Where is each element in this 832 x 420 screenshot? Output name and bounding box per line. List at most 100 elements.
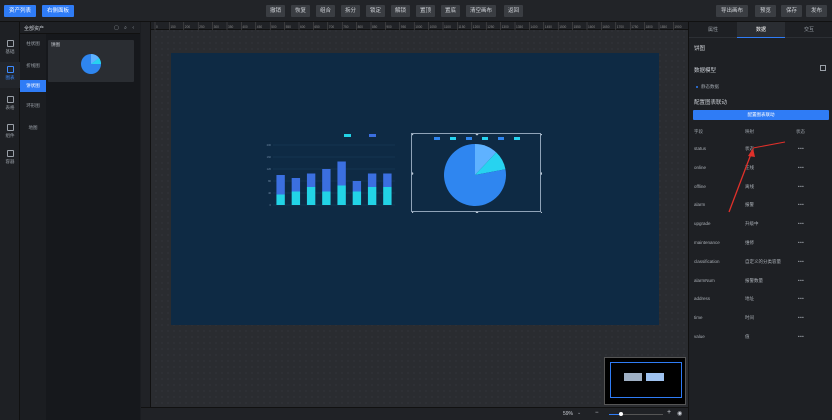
bar-series-a <box>337 161 346 186</box>
bar-series-a <box>322 169 331 192</box>
edit-icon[interactable] <box>820 65 826 71</box>
asset-panel-tools-icon[interactable]: ▢ ⌕ ‹ <box>114 25 136 31</box>
ruler-tick-label: 1050 <box>430 25 437 29</box>
ruler-tick-label: 1300 <box>502 25 509 29</box>
more-icon[interactable]: ••• <box>798 278 804 283</box>
asset-panel-header: 全部资产 ▢ ⌕ ‹ <box>20 22 140 34</box>
design-screen[interactable]: 0 40 80 120 160 200 <box>171 53 659 325</box>
more-icon[interactable]: ••• <box>798 315 804 320</box>
ruler-tick-label: 1550 <box>574 25 581 29</box>
tab-data[interactable]: 数据 <box>737 22 785 38</box>
bar-series-b <box>322 191 331 205</box>
subcat-bar[interactable]: 柱状图 <box>20 38 46 50</box>
field-mapping[interactable]: 自定义的分类容量 <box>745 259 781 265</box>
minimap[interactable] <box>604 357 686 405</box>
eye-icon[interactable]: ◉ <box>677 410 682 417</box>
redo-button[interactable]: 恢复 <box>291 5 311 17</box>
legend-swatch <box>434 137 440 140</box>
canvas-bottom-bar: 59% ⌄ − + ◉ <box>141 407 688 420</box>
ruler-tick-label: 850 <box>372 25 378 29</box>
tab-interaction[interactable]: 交互 <box>785 22 832 38</box>
more-icon[interactable]: ••• <box>798 240 804 245</box>
top-toolbar: 资产列表 右侧面板 撤销 恢复 组合 拆分 锁定 解锁 置顶 置底 清空画布 返… <box>0 0 832 22</box>
pie-chart[interactable] <box>412 134 542 213</box>
basic-icon <box>6 40 14 47</box>
table-row[interactable]: value 值 ••• <box>689 328 832 346</box>
resize-handle <box>475 134 479 136</box>
bar-chart[interactable]: 0 40 80 120 160 200 <box>259 131 409 221</box>
nav-table[interactable]: 表格 <box>0 92 20 118</box>
zoom-slider-handle[interactable] <box>619 412 623 416</box>
zoom-out-button[interactable]: − <box>595 410 599 416</box>
layer-panel-button[interactable]: 右侧面板 <box>42 5 75 17</box>
field-mapping[interactable]: 时间 <box>745 315 754 321</box>
ruler-tick-label: 250 <box>199 25 205 29</box>
publish-button[interactable]: 发布 <box>806 5 828 17</box>
clear-canvas-button[interactable]: 清空画布 <box>466 5 497 17</box>
zoom-level[interactable]: 59% <box>563 411 573 417</box>
ruler-tick-label: 1750 <box>631 25 638 29</box>
legend-swatch <box>344 134 351 137</box>
nav-basic[interactable]: 基础 <box>0 36 20 62</box>
lock-button[interactable]: 锁定 <box>366 5 386 17</box>
undo-button[interactable]: 撤销 <box>266 5 286 17</box>
bar-series-b <box>383 187 392 205</box>
subcat-line[interactable]: 折线图 <box>20 60 46 72</box>
pie-chart-selection[interactable] <box>411 133 542 213</box>
chevron-down-icon[interactable]: ⌄ <box>577 410 581 416</box>
subcat-ring[interactable]: 环形图 <box>20 100 46 112</box>
field-mapping[interactable]: 值 <box>745 334 750 340</box>
send-back-button[interactable]: 置底 <box>441 5 461 17</box>
nav-chart[interactable]: 图表 <box>0 62 20 88</box>
ruler-top: 0 150 200 250 300 350 400 450 500 550 600 650 700 750… <box>151 22 688 30</box>
asset-card-pie[interactable]: 饼图 <box>48 40 134 82</box>
unlock-button[interactable]: 解锁 <box>391 5 411 17</box>
back-button[interactable]: 返回 <box>504 5 524 17</box>
y-tick-label: 120 <box>267 167 272 171</box>
pie-thumbnail-icon <box>81 54 101 74</box>
static-data-option[interactable]: 静态数据 <box>701 84 719 90</box>
export-canvas-button[interactable]: 导出画布 <box>716 5 749 17</box>
resize-handle <box>540 211 542 213</box>
tab-properties[interactable]: 属性 <box>689 22 737 38</box>
bring-front-button[interactable]: 置顶 <box>416 5 436 17</box>
ruler-tick-label: 450 <box>257 25 263 29</box>
resize-handle <box>540 134 542 136</box>
ungroup-button[interactable]: 拆分 <box>341 5 361 17</box>
minimap-pie-chart <box>646 373 664 381</box>
table-row[interactable]: time 时间 ••• <box>689 309 832 327</box>
more-icon[interactable]: ••• <box>798 334 804 339</box>
chart-icon <box>6 66 14 73</box>
bar-series-b <box>352 191 362 205</box>
ruler-tick-label: 1850 <box>660 25 667 29</box>
zoom-in-button[interactable]: + <box>667 409 671 416</box>
field-mapping[interactable]: 维修 <box>745 240 754 246</box>
field-mapping[interactable]: 报警数量 <box>745 278 763 284</box>
preview-button[interactable]: 预览 <box>755 5 777 17</box>
asset-list-button[interactable]: 资产列表 <box>4 5 37 17</box>
table-row[interactable]: address 地址 ••• <box>689 290 832 308</box>
ruler-tick-label: 1000 <box>415 25 422 29</box>
table-row[interactable]: alarmNum 报警数量 ••• <box>689 272 832 290</box>
ruler-left <box>141 22 151 407</box>
nav-container[interactable]: 容器 <box>0 146 20 172</box>
subcat-pie[interactable]: 饼状图 <box>20 80 46 92</box>
subcat-map[interactable]: 地图 <box>20 122 46 134</box>
minimap-viewport[interactable] <box>610 362 682 398</box>
more-icon[interactable]: ••• <box>798 296 804 301</box>
ruler-tick-label: 1100 <box>444 25 451 29</box>
field-mapping[interactable]: 升级中 <box>745 221 759 227</box>
ruler-tick-label: 1450 <box>545 25 552 29</box>
ruler-tick-label: 1900 <box>674 25 681 29</box>
group-button[interactable]: 组合 <box>316 5 336 17</box>
field-name: alarmNum <box>694 277 715 283</box>
field-mapping[interactable]: 地址 <box>745 296 754 302</box>
ruler-ticks: 0 150 200 250 300 350 400 450 500 550 600 650 700 750… <box>154 22 682 30</box>
bar-series-b <box>276 194 285 205</box>
table-row[interactable]: maintenance 维修 ••• <box>689 234 832 252</box>
nav-component[interactable]: 组件 <box>0 120 20 146</box>
more-icon[interactable]: ••• <box>798 259 804 264</box>
legend-swatch <box>466 137 472 140</box>
table-row[interactable]: classification 自定义的分类容量 ••• <box>689 253 832 271</box>
save-button[interactable]: 保存 <box>781 5 803 17</box>
